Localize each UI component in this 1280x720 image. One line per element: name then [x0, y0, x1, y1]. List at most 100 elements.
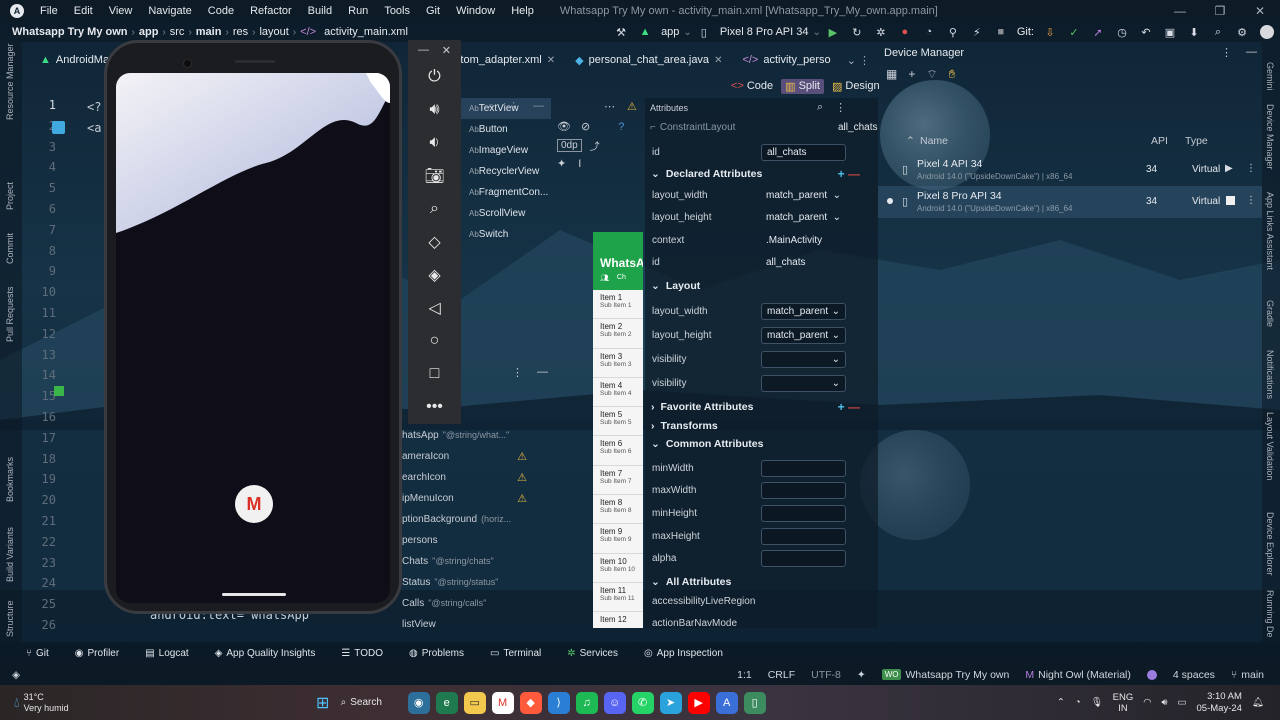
col-api[interactable]: API	[1151, 135, 1168, 147]
run-icon[interactable]: ▶	[824, 25, 842, 39]
add-icon[interactable]: +	[908, 67, 915, 82]
wifi-pair-icon[interactable]: ⌔	[926, 67, 937, 82]
attr-value-field[interactable]	[761, 550, 846, 568]
line-number[interactable]: 3	[22, 140, 80, 161]
common-attributes-section[interactable]: ⌄ Common Attributes	[645, 433, 878, 455]
file-explorer-icon[interactable]: ▭	[463, 691, 486, 714]
line-number[interactable]: 4	[22, 160, 80, 181]
component-tree-item[interactable]: ameraIcon ⚠	[396, 446, 551, 467]
line-number[interactable]: 7	[22, 223, 80, 244]
tab-personal-chat-area[interactable]: ◆ personal_chat_area.java ✕	[565, 54, 732, 67]
line-number[interactable]: 5	[22, 181, 80, 202]
apply-changes-icon[interactable]: ⚡	[968, 25, 986, 39]
attach-debugger-icon[interactable]: ⚲	[944, 25, 962, 39]
notifications-tab[interactable]: Notifications	[1265, 350, 1275, 399]
menu-window[interactable]: Window	[448, 5, 503, 17]
avatar[interactable]	[1260, 25, 1274, 39]
build-variants-tab[interactable]: Build Variants	[5, 527, 15, 582]
palette-item[interactable]: Ab ScrollView	[461, 203, 551, 224]
spotify-icon[interactable]: ♫	[575, 691, 598, 714]
telegram-icon[interactable]: ➤	[659, 691, 682, 714]
attr-value-field[interactable]: match_parent ⌄	[761, 187, 846, 204]
emulator-screen[interactable]: M	[116, 73, 390, 603]
device-row[interactable]: ▯ Pixel 4 API 34 Android 14.0 ("UpsideDo…	[878, 154, 1262, 186]
attr-value-field[interactable]	[761, 527, 846, 545]
design-view-button[interactable]: ▨ Design	[832, 80, 880, 93]
microphone-icon[interactable]: 🎙︎	[1091, 697, 1103, 708]
vscode-icon[interactable]: ⟩	[547, 691, 570, 714]
device-mirror-icon[interactable]: ▣	[1161, 25, 1179, 39]
text-baseline-icon[interactable]: I	[578, 158, 581, 170]
weather-widget[interactable]: 31°C Very humid	[24, 692, 69, 714]
menu-edit[interactable]: Edit	[66, 5, 101, 17]
warning-icon[interactable]: ⚠	[517, 471, 527, 484]
device-manager-tab[interactable]: Device Manager	[1265, 104, 1275, 170]
menu-code[interactable]: Code	[200, 5, 242, 17]
col-type[interactable]: Type	[1185, 135, 1208, 147]
wifi-icon[interactable]: ◠	[1143, 697, 1151, 708]
services-tool-button[interactable]: ✲ Services	[567, 648, 618, 659]
discord-icon[interactable]: ☺	[603, 691, 626, 714]
profile-icon[interactable]: ◔	[920, 25, 938, 39]
git-tool-button[interactable]: ⑂ Git	[26, 648, 49, 659]
component-tree-item[interactable]: ptionBackground (horiz...	[396, 509, 551, 530]
eye-icon[interactable]: 👁︎	[557, 120, 571, 133]
hand-icon[interactable]: ✋︎	[949, 67, 956, 82]
settings-icon[interactable]: ⚙	[1233, 25, 1251, 39]
terminal-tool-button[interactable]: ▭ Terminal	[490, 648, 541, 659]
whatsapp-icon[interactable]: ✆	[631, 691, 654, 714]
warning-icon[interactable]: ⚠	[517, 492, 527, 505]
android-studio-taskbar-icon[interactable]: A	[715, 691, 738, 714]
git-commit-icon[interactable]: ✓	[1065, 25, 1083, 39]
profiler-tool-button[interactable]: ◉ Profiler	[75, 648, 119, 659]
more-vert-icon[interactable]: ⋮	[1246, 163, 1256, 174]
launch-icon[interactable]: ▶	[1225, 163, 1233, 174]
attr-value-field[interactable]: .MainActivity	[761, 232, 846, 249]
component-tree-item[interactable]: persons	[396, 530, 551, 551]
breadcrumb-project[interactable]: Whatsapp Try My own	[8, 26, 132, 38]
todo-tool-button[interactable]: ☰ TODO	[341, 648, 383, 659]
taskbar-search[interactable]: ⌕ Search	[341, 691, 401, 715]
tabs-menu-icon[interactable]: ⌄ ⋮	[847, 54, 870, 67]
palette-item[interactable]: Ab Switch	[461, 224, 551, 245]
line-number[interactable]: 18	[22, 452, 80, 473]
cursor-position[interactable]: 1:1	[737, 669, 752, 681]
code-line-2[interactable]: <a	[87, 121, 101, 135]
rotate-left-button[interactable]: ◇	[408, 225, 461, 258]
warning-icon[interactable]: ⚠	[517, 450, 527, 463]
problems-tool-button[interactable]: ◍ Problems	[409, 648, 464, 659]
git-update-icon[interactable]: ⇩	[1041, 25, 1059, 39]
pull-requests-tab[interactable]: Pull Requests	[5, 286, 15, 342]
theme-status[interactable]: M Night Owl (Material)	[1025, 669, 1131, 681]
line-number[interactable]: 2	[22, 119, 80, 140]
breadcrumb-src[interactable]: src	[166, 26, 189, 38]
project-status[interactable]: WO Whatsapp Try My own	[881, 669, 1009, 681]
layers-icon[interactable]: ◈	[12, 669, 20, 681]
breadcrumb-main[interactable]: main	[192, 26, 226, 38]
declared-attributes-section[interactable]: ⌄ Declared Attributes + —	[645, 163, 878, 185]
palette-item[interactable]: Ab ImageView	[461, 140, 551, 161]
language-indicator[interactable]: ENG IN	[1113, 692, 1134, 714]
app-quality-tool-button[interactable]: ◈ App Quality Insights	[215, 648, 316, 659]
line-number[interactable]: 23	[22, 556, 80, 577]
attr-value-field[interactable]: match_parent ⌄	[761, 326, 846, 344]
rerun-icon[interactable]: ↻	[848, 25, 866, 39]
indent-setting[interactable]: 4 spaces	[1173, 669, 1215, 681]
minimize-icon[interactable]: —	[1160, 4, 1200, 18]
edge-icon[interactable]: e	[435, 691, 458, 714]
volume-down-button[interactable]: 🔉︎	[408, 126, 461, 159]
palette-item[interactable]: Ab RecyclerView	[461, 161, 551, 182]
search-icon[interactable]: ⌕	[817, 101, 823, 114]
menu-help[interactable]: Help	[503, 5, 542, 17]
close-icon[interactable]: ✕	[1240, 4, 1280, 18]
line-number[interactable]: 24	[22, 576, 80, 597]
breadcrumb-file[interactable]: activity_main.xml	[320, 26, 412, 38]
line-number[interactable]: 19	[22, 472, 80, 493]
menu-navigate[interactable]: Navigate	[140, 5, 199, 17]
notification-bell-icon[interactable]: 🔔︎	[1252, 697, 1264, 708]
menu-refactor[interactable]: Refactor	[242, 5, 300, 17]
android-studio-icon[interactable]: A	[10, 4, 24, 18]
volume-icon[interactable]: 🔊︎	[1162, 697, 1168, 708]
back-button[interactable]: ◁	[408, 291, 461, 324]
line-number[interactable]: 9	[22, 264, 80, 285]
